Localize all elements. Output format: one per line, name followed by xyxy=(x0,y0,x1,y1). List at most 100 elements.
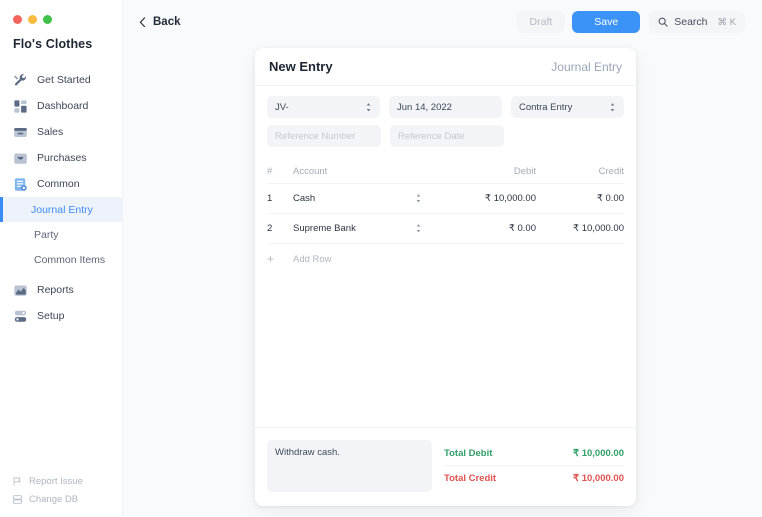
sidebar-item-setup[interactable]: Setup xyxy=(0,303,122,329)
notes-input[interactable]: Withdraw cash. xyxy=(267,440,432,492)
table-row[interactable]: 2 Supreme Bank ₹ 0.00 ₹ 10,000.00 xyxy=(267,214,624,244)
page-title: New Entry xyxy=(269,59,333,74)
total-debit-label: Total Debit xyxy=(444,447,493,459)
row-index: 2 xyxy=(267,223,273,234)
top-toolbar: Back Draft Save Search ⌘ K xyxy=(123,0,762,44)
total-debit-value: ₹ 10,000.00 xyxy=(573,447,624,459)
column-header-credit: Credit xyxy=(598,166,624,177)
company-name: Flo's Clothes xyxy=(13,37,93,51)
entry-type-select[interactable]: JV- xyxy=(267,96,380,118)
reference-number-placeholder: Reference Number xyxy=(275,130,356,142)
total-credit-row: Total Credit ₹ 10,000.00 xyxy=(444,466,624,491)
draft-button[interactable]: Draft xyxy=(516,10,566,34)
row-debit-value[interactable]: ₹ 0.00 xyxy=(436,223,536,234)
flag-icon xyxy=(12,476,23,487)
row-credit-value[interactable]: ₹ 10,000.00 xyxy=(536,223,624,234)
back-label: Back xyxy=(153,16,181,28)
row-account-value: Cash xyxy=(293,193,316,204)
sidebar-item-reports[interactable]: Reports xyxy=(0,277,122,303)
sidebar-item-journal-entry[interactable]: Journal Entry xyxy=(0,197,122,222)
card-filler xyxy=(255,274,636,427)
reports-icon xyxy=(13,283,28,298)
row-credit-value[interactable]: ₹ 0.00 xyxy=(536,193,624,204)
reference-date-input[interactable]: Reference Date xyxy=(390,125,504,147)
entry-type-value: JV- xyxy=(275,101,289,113)
search-label: Search xyxy=(674,16,708,28)
total-credit-label: Total Credit xyxy=(444,473,497,484)
stepper-icon xyxy=(415,193,422,204)
sidebar-item-label: Get Started xyxy=(37,74,91,86)
sidebar-item-common-items[interactable]: Common Items xyxy=(0,247,122,272)
row-index: 1 xyxy=(267,193,273,204)
chevron-left-icon xyxy=(139,16,146,28)
setup-icon xyxy=(13,309,28,324)
sidebar-item-party[interactable]: Party xyxy=(0,222,122,247)
row-account-cell[interactable]: Supreme Bank xyxy=(293,223,436,234)
sidebar-item-sales[interactable]: Sales xyxy=(0,119,122,145)
search-shortcut: ⌘ K xyxy=(717,16,736,28)
form-fields: JV- Jun 14, 2022 Contra Entry Reference … xyxy=(255,86,636,160)
close-window-button[interactable] xyxy=(13,14,22,24)
common-icon xyxy=(13,177,28,192)
table-header: # Account Debit Credit xyxy=(267,160,624,184)
date-value: Jun 14, 2022 xyxy=(397,101,452,113)
stepper-icon xyxy=(415,223,422,234)
sidebar-item-common[interactable]: Common xyxy=(0,171,122,197)
sidebar-item-purchases[interactable]: Purchases xyxy=(0,145,122,171)
totals-panel: Total Debit ₹ 10,000.00 Total Credit ₹ 1… xyxy=(444,440,624,492)
sidebar: Flo's Clothes Get Started Dashboard Sale… xyxy=(0,0,123,517)
sidebar-footer: Report Issue Change DB xyxy=(0,476,122,517)
purchases-icon xyxy=(13,151,28,166)
row-debit-value[interactable]: ₹ 10,000.00 xyxy=(436,193,536,204)
sidebar-item-label: Sales xyxy=(37,126,64,138)
form-row-1: JV- Jun 14, 2022 Contra Entry xyxy=(267,96,624,118)
add-row-button[interactable]: + Add Row xyxy=(267,244,624,274)
reference-number-input[interactable]: Reference Number xyxy=(267,125,381,147)
row-account-value: Supreme Bank xyxy=(293,223,356,234)
journal-type-select[interactable]: Contra Entry xyxy=(511,96,624,118)
journal-type-value: Contra Entry xyxy=(519,101,573,113)
report-issue-label: Report Issue xyxy=(29,476,83,487)
total-debit-row: Total Debit ₹ 10,000.00 xyxy=(444,441,624,466)
change-db-button[interactable]: Change DB xyxy=(12,494,122,505)
stepper-icon xyxy=(365,102,372,113)
minimize-window-button[interactable] xyxy=(28,14,37,24)
plus-icon: + xyxy=(267,252,275,266)
sales-icon xyxy=(13,125,28,140)
sidebar-item-label: Purchases xyxy=(37,152,87,164)
date-field[interactable]: Jun 14, 2022 xyxy=(389,96,502,118)
journal-entry-card: New Entry Journal Entry JV- Jun 14, 2022 xyxy=(255,48,636,506)
sidebar-item-dashboard[interactable]: Dashboard xyxy=(0,93,122,119)
report-issue-button[interactable]: Report Issue xyxy=(12,476,122,487)
save-button[interactable]: Save xyxy=(572,10,641,34)
search-button[interactable]: Search ⌘ K xyxy=(649,11,745,33)
doc-type-label: Journal Entry xyxy=(551,59,622,74)
card-header: New Entry Journal Entry xyxy=(255,48,636,86)
sidebar-subitem-label: Party xyxy=(34,228,59,241)
column-header-account: Account xyxy=(293,166,328,177)
row-account-cell[interactable]: Cash xyxy=(293,193,436,204)
sidebar-subitem-label: Common Items xyxy=(34,253,106,266)
sidebar-nav: Get Started Dashboard Sales Purchases Co… xyxy=(0,67,122,476)
table-row[interactable]: 1 Cash ₹ 10,000.00 ₹ 0.00 xyxy=(267,184,624,214)
stepper-icon xyxy=(609,102,616,113)
maximize-window-button[interactable] xyxy=(43,14,52,24)
database-icon xyxy=(12,494,23,505)
app-window: Flo's Clothes Get Started Dashboard Sale… xyxy=(0,0,762,517)
back-button[interactable]: Back xyxy=(133,12,187,32)
reference-date-placeholder: Reference Date xyxy=(398,130,465,142)
sidebar-item-label: Setup xyxy=(37,310,65,322)
search-icon xyxy=(658,17,668,27)
sidebar-item-label: Common xyxy=(37,178,80,190)
tools-icon xyxy=(13,73,28,88)
total-credit-value: ₹ 10,000.00 xyxy=(573,473,624,484)
accounts-table: # Account Debit Credit 1 Cash ₹ 10,000.0… xyxy=(255,160,636,274)
column-header-debit: Debit xyxy=(513,166,536,177)
change-db-label: Change DB xyxy=(29,494,79,505)
sidebar-item-get-started[interactable]: Get Started xyxy=(0,67,122,93)
card-footer: Withdraw cash. Total Debit ₹ 10,000.00 T… xyxy=(255,427,636,506)
sidebar-item-label: Reports xyxy=(37,284,74,296)
sidebar-subitem-label: Journal Entry xyxy=(31,203,93,216)
window-traffic-lights xyxy=(0,0,122,26)
form-row-2: Reference Number Reference Date xyxy=(267,125,624,147)
